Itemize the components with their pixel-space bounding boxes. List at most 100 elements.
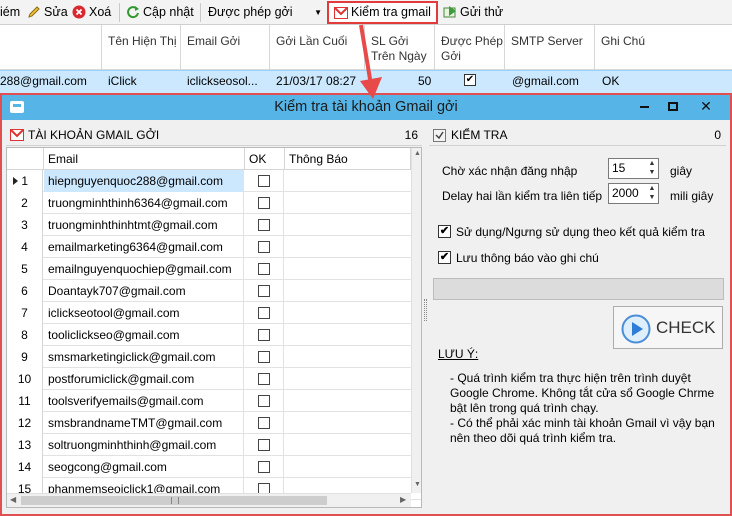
gmail-icon bbox=[334, 6, 348, 20]
ok-checkbox[interactable] bbox=[258, 351, 270, 363]
row-ok bbox=[245, 346, 284, 368]
play-icon bbox=[621, 314, 651, 347]
current-row-pointer-icon bbox=[13, 177, 18, 185]
grid-corner bbox=[7, 148, 44, 170]
filter-dropdown[interactable]: Được phép gởi ▼ bbox=[208, 3, 322, 22]
row-number: 14 bbox=[7, 456, 43, 478]
gmail-icon bbox=[10, 129, 24, 144]
delete-button[interactable]: Xoá bbox=[72, 3, 111, 22]
ok-checkbox[interactable] bbox=[258, 197, 270, 209]
row-email: hiepnguyenquoc288@gmail.com bbox=[44, 170, 244, 192]
ok-checkbox[interactable] bbox=[258, 263, 270, 275]
checked-count: 0 bbox=[714, 128, 721, 142]
ok-checkbox[interactable] bbox=[258, 439, 270, 451]
horizontal-scrollbar[interactable]: ◀ ▶ bbox=[7, 493, 411, 507]
save-note-checkbox[interactable]: ✔ bbox=[438, 251, 451, 264]
allowed-checkbox[interactable]: ✔ bbox=[464, 74, 476, 86]
add-button[interactable]: iém bbox=[0, 3, 20, 22]
scroll-down-icon[interactable]: ▼ bbox=[414, 481, 421, 488]
check-button[interactable]: CHECK bbox=[613, 306, 723, 349]
stepper-arrows-icon[interactable]: ▲ ▼ bbox=[646, 184, 658, 203]
table-row[interactable]: 13 soltruongminhthinh@gmail.com bbox=[7, 434, 421, 456]
table-row[interactable]: 1 hiepnguyenquoc288@gmail.com bbox=[7, 170, 421, 192]
table-row[interactable]: 14 seogcong@gmail.com bbox=[7, 456, 421, 478]
row-email: iclickseotool@gmail.com bbox=[44, 302, 244, 324]
table-row[interactable]: 9 smsmarketingiclick@gmail.com bbox=[7, 346, 421, 368]
row-number: 12 bbox=[7, 412, 43, 434]
table-row[interactable]: 2 truongminhthinh6364@gmail.com bbox=[7, 192, 421, 214]
use-result-checkbox[interactable]: ✔ bbox=[438, 225, 451, 238]
toolbar-divider bbox=[119, 3, 120, 22]
edit-label: Sửa bbox=[44, 5, 68, 19]
table-row[interactable]: 6 Doantayk707@gmail.com bbox=[7, 280, 421, 302]
cell-sender: iclickseosol... bbox=[187, 74, 258, 88]
column-header-ok[interactable]: OK bbox=[245, 148, 285, 170]
scroll-left-icon[interactable]: ◀ bbox=[10, 495, 16, 504]
table-row[interactable]: 10 postforumiclick@gmail.com bbox=[7, 368, 421, 390]
ok-checkbox[interactable] bbox=[258, 329, 270, 341]
pencil-icon bbox=[27, 5, 41, 19]
checkmark-icon: ✔ bbox=[439, 251, 450, 263]
column-header[interactable]: Ghi Chú bbox=[595, 25, 732, 70]
column-header[interactable]: SMTP Server bbox=[505, 25, 595, 70]
ok-checkbox[interactable] bbox=[258, 373, 270, 385]
table-row[interactable]: 11 toolsverifyemails@gmail.com bbox=[7, 390, 421, 412]
row-number: 9 bbox=[7, 346, 43, 368]
vertical-scrollbar[interactable]: ▲ ▼ bbox=[411, 148, 421, 493]
ok-checkbox[interactable] bbox=[258, 219, 270, 231]
stepper-arrows-icon[interactable]: ▲ ▼ bbox=[646, 159, 658, 178]
ok-checkbox[interactable] bbox=[258, 307, 270, 319]
column-header-message[interactable]: Thông Báo bbox=[285, 148, 411, 170]
table-row[interactable]: 4 emailmarketing6364@gmail.com bbox=[7, 236, 421, 258]
cell-per-day: 50 bbox=[418, 74, 432, 88]
note-line-2: - Có thể phải xác minh tài khoản Gmail v… bbox=[450, 416, 715, 445]
check-gmail-label: Kiểm tra gmail bbox=[351, 5, 431, 19]
row-email: toolsverifyemails@gmail.com bbox=[44, 390, 244, 412]
chevron-down-icon: ▼ bbox=[314, 8, 322, 17]
row-ok bbox=[245, 434, 284, 456]
update-button[interactable]: Cập nhật bbox=[126, 3, 194, 22]
scroll-right-icon[interactable]: ▶ bbox=[400, 495, 406, 504]
column-header-email[interactable]: Email bbox=[44, 148, 245, 170]
ok-checkbox[interactable] bbox=[258, 417, 270, 429]
column-header[interactable]: Email Gởi bbox=[181, 25, 270, 70]
scroll-up-icon[interactable]: ▲ bbox=[414, 150, 421, 157]
close-button[interactable]: ✕ bbox=[692, 96, 720, 116]
ok-checkbox[interactable] bbox=[258, 285, 270, 297]
row-ok bbox=[245, 456, 284, 478]
panel-splitter[interactable] bbox=[423, 124, 428, 508]
table-row[interactable]: 3 truongminhthinhtmt@gmail.com bbox=[7, 214, 421, 236]
table-row[interactable]: 12 smsbrandnameTMT@gmail.com bbox=[7, 412, 421, 434]
note-block: LƯU Ý: - Quá trình kiểm tra thực hiện tr… bbox=[438, 347, 728, 446]
minimize-button[interactable] bbox=[630, 96, 658, 116]
row-number: 1 bbox=[7, 170, 43, 192]
ok-checkbox[interactable] bbox=[258, 241, 270, 253]
use-result-label[interactable]: Sử dụng/Ngưng sử dụng theo kết quả kiểm … bbox=[456, 225, 705, 239]
row-ok bbox=[245, 214, 284, 236]
scroll-thumb[interactable] bbox=[21, 496, 327, 505]
row-email: emailmarketing6364@gmail.com bbox=[44, 236, 244, 258]
delay-ms-stepper[interactable]: 2000 ▲ ▼ bbox=[608, 183, 659, 204]
send-test-button[interactable]: Gửi thử bbox=[443, 3, 503, 22]
confirm-seconds-stepper[interactable]: 15 ▲ ▼ bbox=[608, 158, 659, 179]
check-panel-title: KIỂM TRA bbox=[451, 128, 508, 142]
table-row[interactable]: 5 emailnguyenquochiep@gmail.com bbox=[7, 258, 421, 280]
table-row[interactable]: 7 iclickseotool@gmail.com bbox=[7, 302, 421, 324]
send-icon bbox=[443, 5, 457, 19]
maximize-button[interactable] bbox=[659, 96, 687, 116]
column-header[interactable]: Gởi Lần Cuối bbox=[270, 25, 365, 70]
row-email: seogcong@gmail.com bbox=[44, 456, 244, 478]
ok-checkbox[interactable] bbox=[258, 461, 270, 473]
delay-unit: mili giây bbox=[670, 189, 714, 203]
column-header[interactable]: Tên Hiện Thị bbox=[102, 25, 181, 70]
ok-checkbox[interactable] bbox=[258, 175, 270, 187]
table-row[interactable]: 8 tooliclickseo@gmail.com bbox=[7, 324, 421, 346]
check-gmail-button[interactable]: Kiểm tra gmail bbox=[327, 1, 438, 24]
column-header[interactable]: Được Phép Gởi bbox=[435, 25, 505, 70]
gmail-check-dialog: Kiểm tra tài khoản Gmail gởi ✕ TÀI KHOẢN… bbox=[0, 93, 732, 516]
save-note-label[interactable]: Lưu thông báo vào ghi chú bbox=[456, 251, 599, 265]
row-number: 8 bbox=[7, 324, 43, 346]
row-number: 2 bbox=[7, 192, 43, 214]
ok-checkbox[interactable] bbox=[258, 395, 270, 407]
edit-button[interactable]: Sửa bbox=[27, 3, 68, 22]
